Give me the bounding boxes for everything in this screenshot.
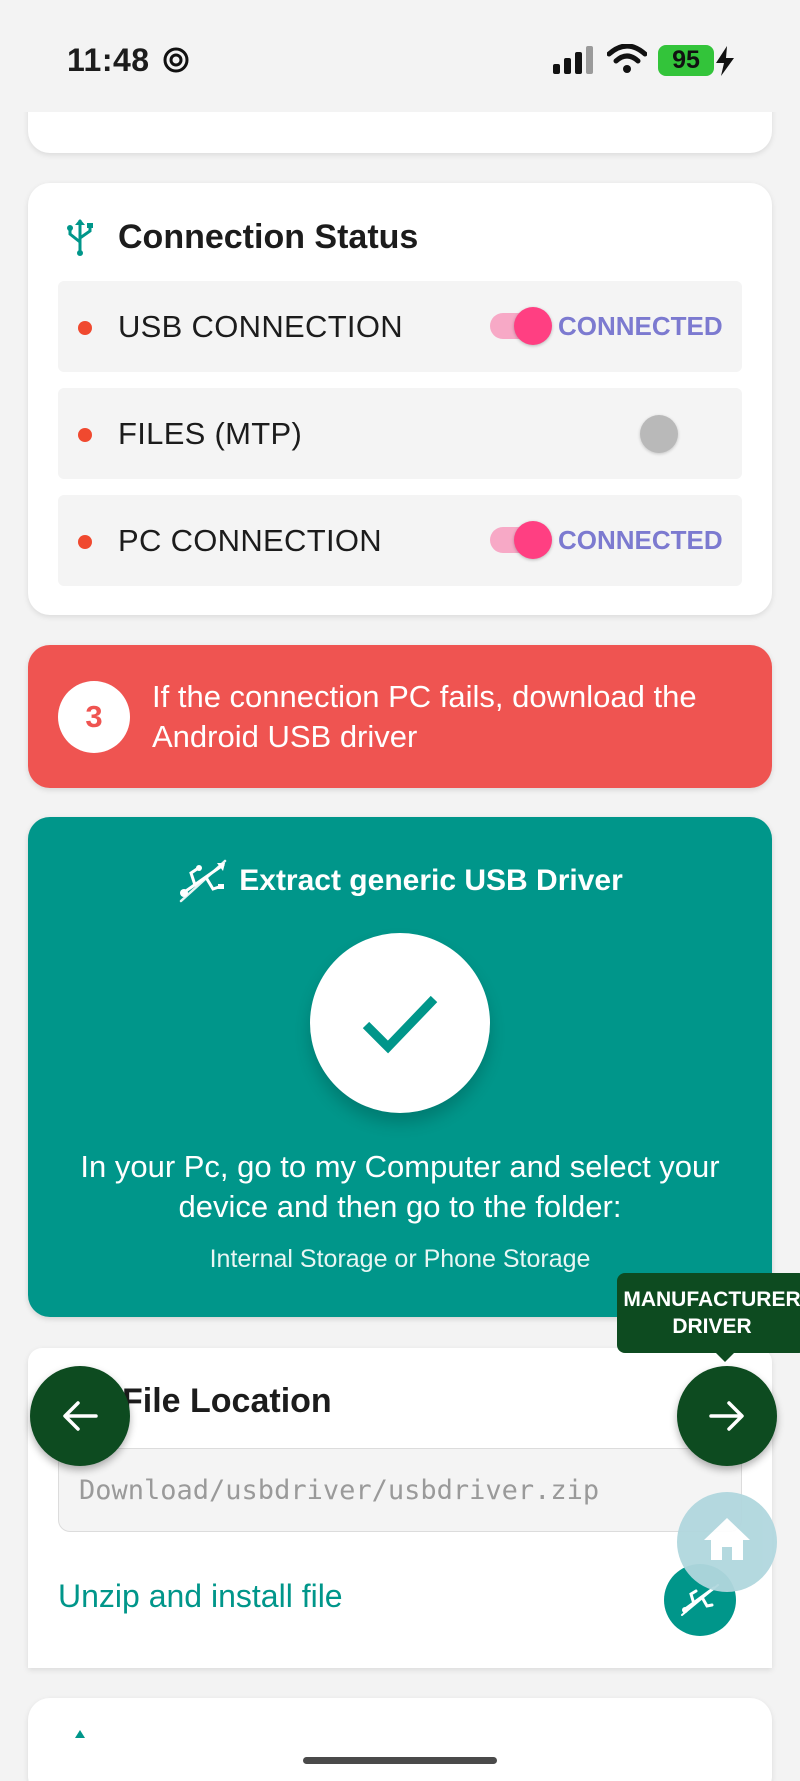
usb-off-icon [180, 859, 227, 903]
files-mtp-toggle[interactable] [640, 415, 678, 453]
unzip-install-link[interactable]: Unzip and install file [58, 1578, 343, 1615]
toggle-knob [514, 521, 552, 559]
status-time: 11:48 [67, 42, 150, 78]
next-card [28, 1698, 772, 1781]
arrow-right-icon [709, 1401, 744, 1431]
extract-driver-header: Extract generic USB Driver [28, 859, 772, 903]
spiral-icon [163, 47, 189, 73]
home-indicator[interactable] [303, 1757, 497, 1764]
usb-icon [67, 219, 93, 256]
status-dot [78, 428, 92, 442]
step-number-badge: 3 [58, 681, 130, 753]
usb-connection-label: USB CONNECTION [118, 309, 403, 344]
success-check-circle [310, 933, 490, 1113]
pc-connection-row: PC CONNECTION CONNECTED [58, 495, 742, 586]
file-location-card: File Location Download/usbdriver/usbdriv… [28, 1348, 772, 1668]
files-mtp-row: FILES (MTP) [58, 388, 742, 479]
cellular-signal-icon [553, 46, 593, 74]
extract-driver-title: Extract generic USB Driver [239, 864, 623, 897]
next-step-button[interactable] [677, 1366, 777, 1466]
extract-driver-card: Extract generic USB Driver In your Pc, g… [28, 817, 772, 1317]
file-location-title: File Location [122, 1382, 332, 1420]
tooltip-arrow [715, 1352, 735, 1362]
wifi-icon [607, 44, 647, 73]
connection-status-title: Connection Status [118, 217, 419, 256]
file-path-text: Download/usbdriver/usbdriver.zip [79, 1475, 600, 1506]
pc-connection-status: CONNECTED [558, 525, 723, 555]
charging-bolt-icon [716, 46, 734, 76]
toggle-knob [514, 307, 552, 345]
driver-warning-card: 3 If the connection PC fails, download t… [28, 645, 772, 788]
previous-step-button[interactable] [30, 1366, 130, 1466]
arrow-left-icon [63, 1401, 98, 1431]
driver-warning-text: If the connection PC fails, download the… [152, 679, 697, 754]
connection-status-card: Connection Status USB CONNECTION CONNECT… [28, 183, 772, 615]
file-path-field[interactable]: Download/usbdriver/usbdriver.zip [58, 1448, 742, 1532]
connection-status-header: Connection Status [64, 215, 418, 259]
usb-connection-status: CONNECTED [558, 311, 723, 341]
status-dot [78, 535, 92, 549]
pc-connection-toggle[interactable] [490, 521, 552, 559]
files-mtp-label: FILES (MTP) [118, 416, 303, 451]
status-bar: 11:48 95 [0, 0, 800, 112]
usb-icon [75, 1730, 85, 1738]
checkmark-icon [362, 995, 438, 1054]
pc-connection-label: PC CONNECTION [118, 523, 382, 558]
extract-instruction: In your Pc, go to my Computer and select… [80, 1149, 720, 1224]
status-dot [78, 321, 92, 335]
battery-level: 95 [658, 45, 714, 76]
storage-hint: Internal Storage or Phone Storage [209, 1245, 591, 1273]
usb-connection-toggle[interactable] [490, 307, 552, 345]
usb-connection-row: USB CONNECTION CONNECTED [58, 281, 742, 372]
home-icon [704, 1518, 750, 1560]
home-button[interactable] [677, 1492, 777, 1592]
manufacturer-driver-tooltip: MANUFACTURER DRIVER [617, 1273, 800, 1353]
